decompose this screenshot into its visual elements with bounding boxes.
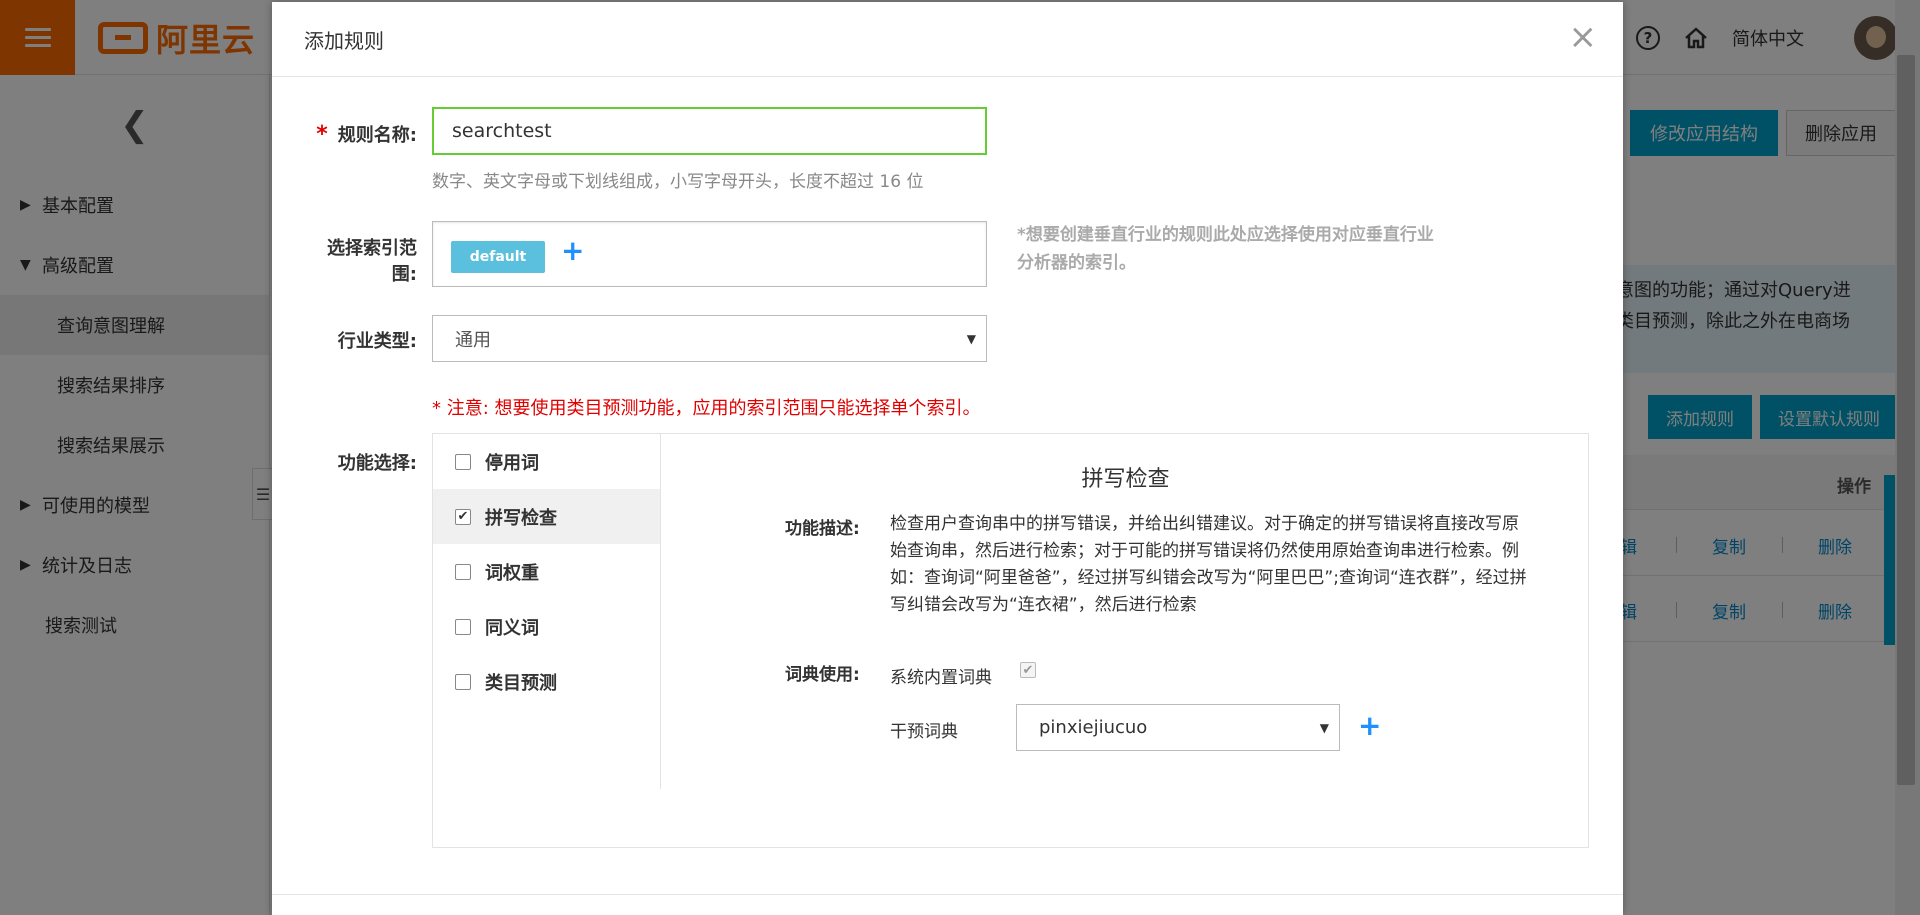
- index-note: *想要创建垂直行业的规则此处应选择使用对应垂直行业分析器的索引。: [1017, 225, 1434, 273]
- feature-detail-title: 拼写检查: [1081, 467, 1170, 492]
- add-dictionary-icon[interactable]: +: [1358, 712, 1381, 740]
- builtin-dict-checkbox: ✔: [1020, 662, 1036, 678]
- rule-name-input[interactable]: [432, 107, 987, 155]
- index-range-box[interactable]: default +: [432, 221, 987, 287]
- required-mark: *: [316, 122, 328, 147]
- add-rule-modal: 添加规则 × *规则名称: 数字、英文字母或下划线组成，小写字母开头，长度不超过…: [272, 2, 1623, 915]
- feature-select-label: 功能选择:: [337, 453, 417, 474]
- feature-item-synonyms[interactable]: 同义词: [433, 599, 660, 654]
- industry-type-select[interactable]: 通用 ▼: [432, 315, 987, 362]
- feature-item-term-weight[interactable]: 词权重: [433, 544, 660, 599]
- add-index-icon[interactable]: +: [561, 237, 584, 265]
- modal-title: 添加规则: [304, 28, 384, 53]
- feature-panel: 停用词 ✔ 拼写检查 词权重 同义词 类目预测 拼写检查 功能描述: 检查用户查询…: [432, 433, 1589, 848]
- feature-item-stopwords[interactable]: 停用词: [433, 434, 660, 489]
- close-icon[interactable]: ×: [1569, 20, 1598, 54]
- checkbox[interactable]: [455, 563, 471, 580]
- checkbox[interactable]: [455, 618, 471, 635]
- index-tag-default[interactable]: default: [451, 241, 545, 273]
- description-label: 功能描述:: [785, 519, 860, 539]
- chevron-down-icon: ▼: [966, 331, 976, 346]
- warning-text: * 注意: 想要使用类目预测功能，应用的索引范围只能选择单个索引。: [432, 398, 981, 419]
- checkbox[interactable]: [455, 673, 471, 690]
- intervene-dict-select[interactable]: pinxiejiucuo ▼: [1016, 704, 1340, 751]
- feature-item-category-predict[interactable]: 类目预测: [433, 654, 660, 709]
- rule-name-label: * 规则名称:: [316, 122, 417, 147]
- chevron-down-icon: ▼: [1319, 720, 1329, 735]
- feature-list: 停用词 ✔ 拼写检查 词权重 同义词 类目预测: [433, 434, 661, 789]
- checkbox[interactable]: [455, 453, 471, 470]
- modal-footer-divider: [272, 894, 1623, 895]
- intervene-dict-label: 干预词典: [890, 722, 958, 742]
- builtin-dict-label: 系统内置词典: [890, 668, 992, 688]
- industry-type-label: 行业类型:: [337, 331, 417, 352]
- feature-item-spellcheck[interactable]: ✔ 拼写检查: [433, 489, 660, 544]
- index-range-label: 选择索引范围:: [327, 238, 417, 285]
- checkbox-checked[interactable]: ✔: [455, 508, 471, 525]
- dictionary-label: 词典使用:: [785, 665, 860, 685]
- modal-header: 添加规则 ×: [272, 2, 1623, 77]
- description-text: 检查用户查询串中的拼写错误，并给出纠错建议。对于确定的拼写错误将直接改写原始查询…: [890, 514, 1527, 615]
- rule-name-help: 数字、英文字母或下划线组成，小写字母开头，长度不超过 16 位: [432, 172, 924, 192]
